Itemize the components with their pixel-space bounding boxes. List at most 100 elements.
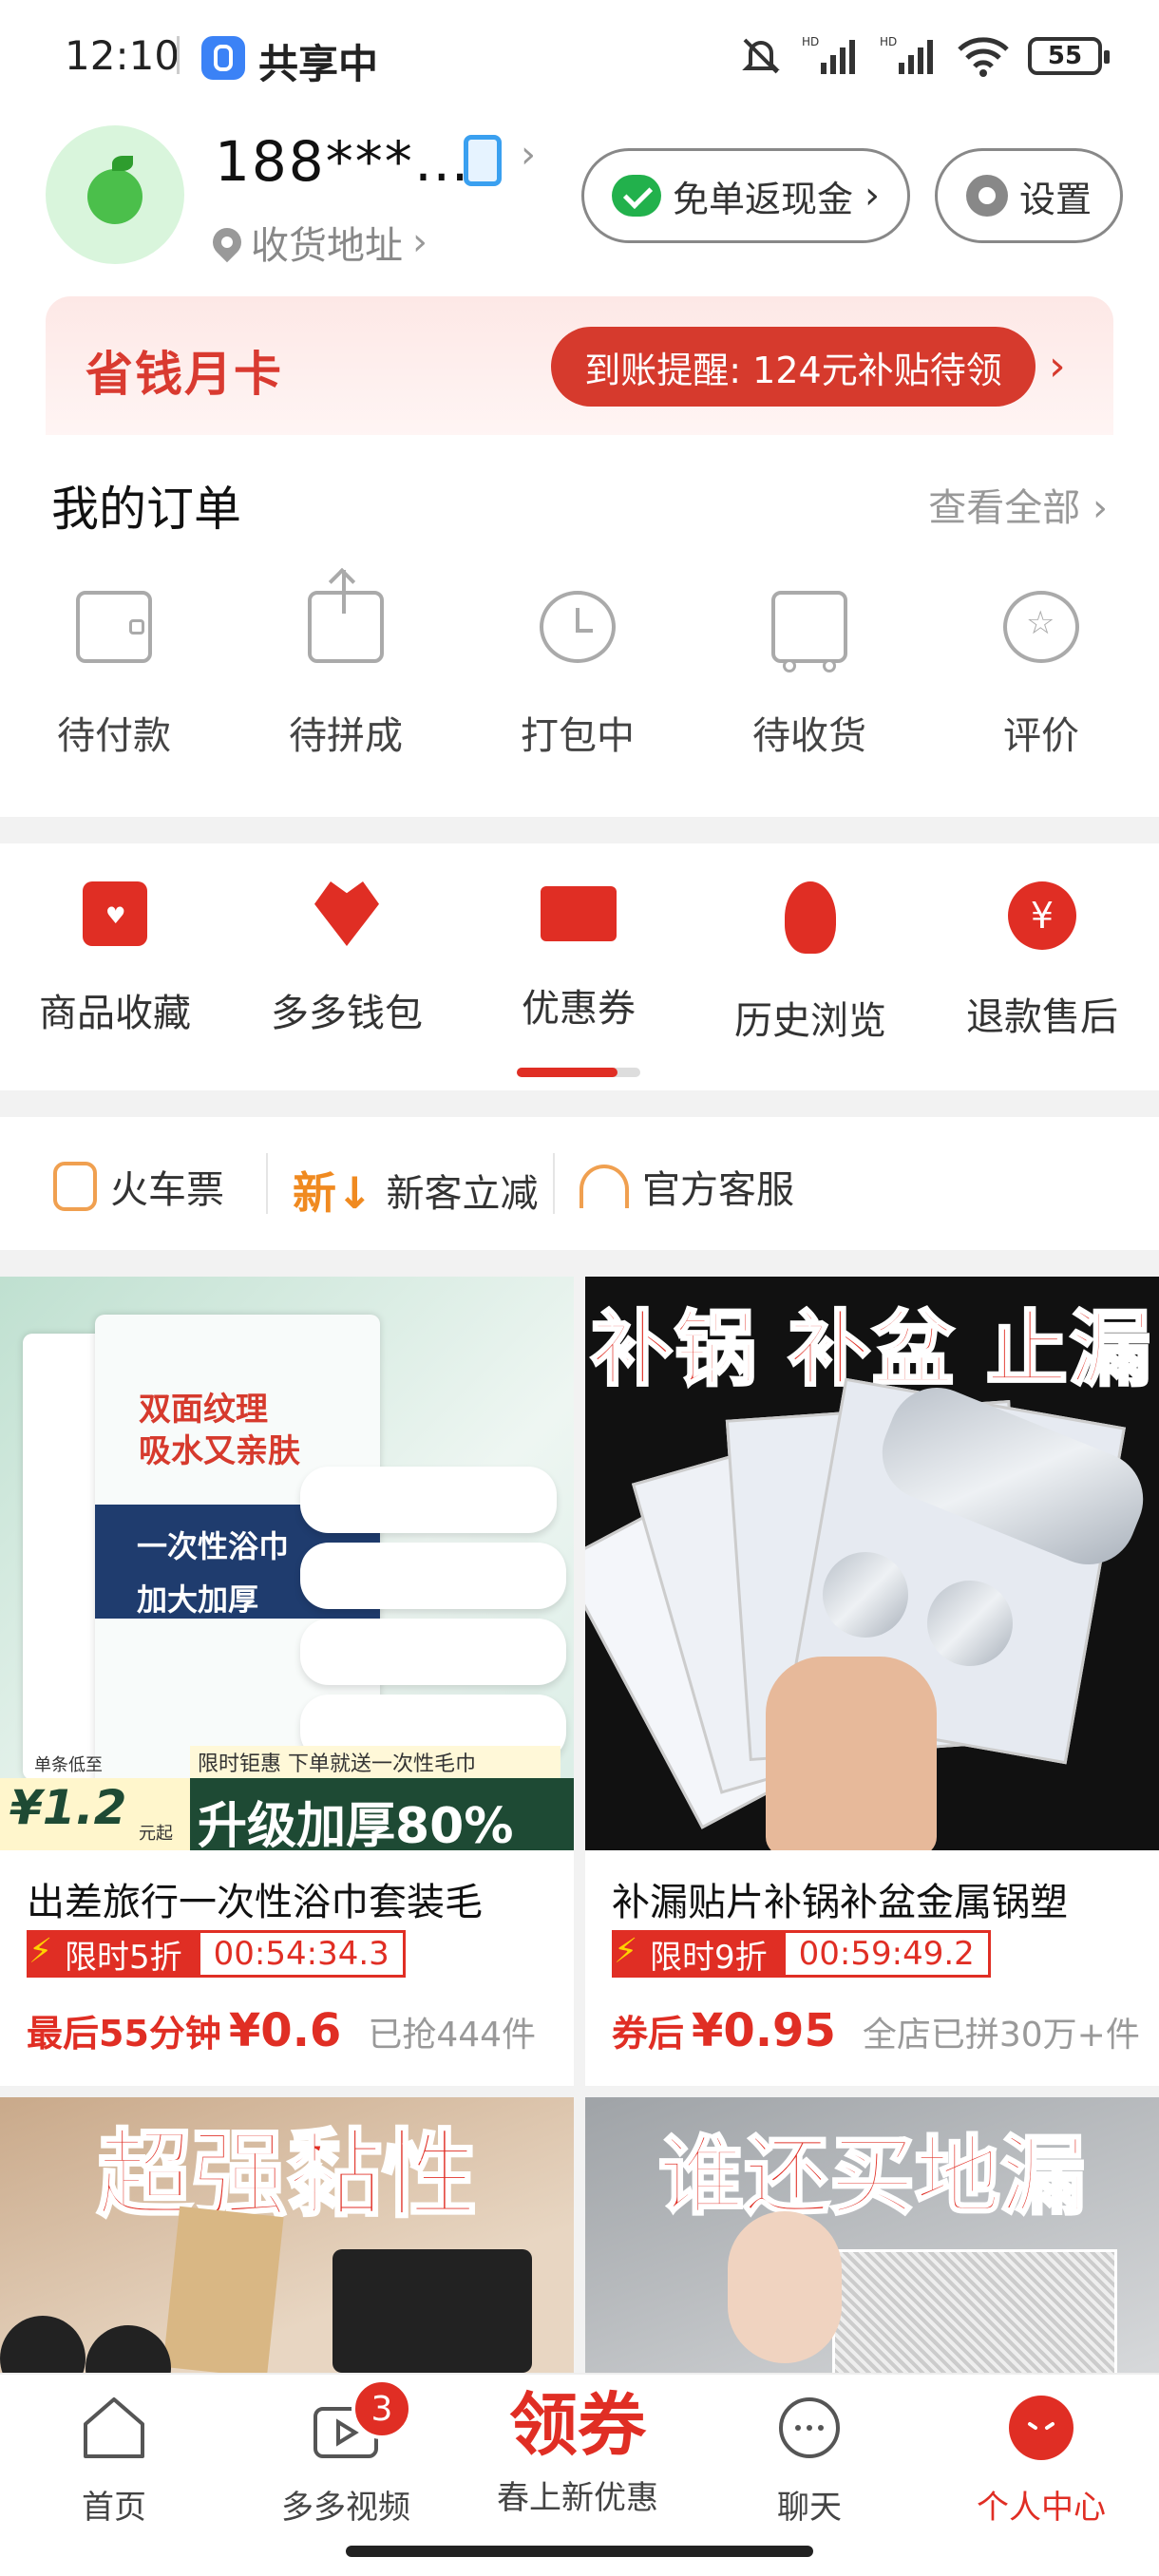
order-item-label: 打包中	[521, 714, 635, 758]
service-coupons[interactable]: 优惠券	[479, 881, 678, 1032]
quick-link-label: 火车票	[110, 1168, 224, 1212]
order-item-packing[interactable]: 打包中	[483, 591, 673, 760]
quick-link-label: 新客立减	[386, 1172, 539, 1216]
image-headline: 超强黏性	[96, 2118, 479, 2232]
price-label: 券后	[612, 2013, 685, 2055]
headset-icon	[580, 1165, 629, 1208]
share-status-label: 共享中	[258, 41, 379, 87]
order-item-review[interactable]: ☆ 评价	[946, 591, 1136, 760]
order-item-pending-payment[interactable]: 待付款	[19, 591, 209, 760]
flash-sale-tag: 限时5折	[27, 1930, 198, 1978]
device-icon	[464, 135, 502, 186]
settings-label: 设置	[1018, 178, 1092, 220]
order-item-label: 待付款	[57, 714, 171, 758]
view-all-orders-link[interactable]: 查看全部 ›	[928, 477, 1108, 532]
image-caption: 加大加厚	[137, 1582, 259, 1618]
video-notification-badge: 3	[352, 2378, 412, 2439]
train-icon	[53, 1162, 97, 1211]
truck-icon	[771, 591, 847, 672]
product-card[interactable]: 超强黏性	[0, 2097, 574, 2373]
flash-sale-tag: 限时9折	[612, 1930, 783, 1978]
price-row: 券后 ¥0.95 全店已拼30万+件	[612, 2004, 1140, 2057]
home-icon	[84, 2397, 144, 2458]
signal-icon-2: HD	[880, 35, 933, 74]
countdown-timer: 00:54:34.3	[197, 1930, 406, 1978]
settings-button[interactable]: 设置	[935, 148, 1123, 243]
image-headline: 谁还买地漏	[657, 2126, 1088, 2228]
signal-icon: HD	[802, 35, 855, 74]
tab-label: 多多视频	[281, 2489, 410, 2527]
product-card[interactable]: 补锅 补盆 止漏 补漏贴片补锅补盆金属锅塑 限时9折 00:59:49.2 券后…	[585, 1277, 1159, 2086]
mute-bell-icon	[742, 38, 780, 74]
quick-link-customer-service[interactable]: 官方客服	[580, 1159, 794, 1214]
tab-profile[interactable]: 个人中心	[946, 2392, 1136, 2528]
price-label: 最后55分钟	[27, 2013, 221, 2055]
refund-yen-icon: ¥	[1008, 881, 1076, 950]
home-indicator	[346, 2546, 813, 2557]
subsidy-reminder-button[interactable]: 到账提醒: 124元补贴待领	[551, 327, 1036, 407]
price: ¥0.95	[692, 2004, 836, 2057]
product-image: 补锅 补盆 止漏	[585, 1277, 1159, 1850]
product-card[interactable]: 双面纹理 吸水又亲肤 一次性浴巾 加大加厚 限时钜惠 下单就送一次性毛巾 单条低…	[0, 1277, 574, 2086]
price: ¥0.6	[228, 2004, 342, 2057]
cashback-button[interactable]: 免单返现金 ›	[581, 148, 910, 243]
tab-label: 聊天	[777, 2489, 842, 2527]
address-link[interactable]: 收货地址 ›	[206, 215, 428, 270]
status-divider	[177, 36, 180, 74]
image-headline: 升级加厚80%	[198, 1798, 514, 1850]
image-caption: 单条低至	[34, 1755, 103, 1775]
chevron-right-icon[interactable]: ›	[521, 133, 536, 177]
service-label: 优惠券	[522, 987, 636, 1031]
image-caption: 双面纹理	[139, 1391, 268, 1429]
avatar-leaf-icon	[112, 156, 133, 171]
view-all-label: 查看全部	[928, 486, 1081, 530]
tab-coupons[interactable]: 领券 春上新优惠	[483, 2382, 673, 2518]
chevron-right-icon: ›	[412, 220, 428, 264]
svg-text:HD: HD	[880, 35, 897, 48]
screen-share-icon	[201, 36, 245, 80]
coupon-icon	[541, 886, 617, 941]
tab-label: 首页	[82, 2489, 146, 2527]
svg-text:HD: HD	[802, 35, 819, 48]
service-label: 退款售后	[966, 995, 1118, 1039]
avatar-apple-icon	[87, 169, 142, 224]
sold-count: 全店已拼30万+件	[862, 2016, 1140, 2055]
flash-sale: 限时5折 00:54:34.3	[27, 1930, 406, 1978]
service-label: 历史浏览	[734, 999, 886, 1043]
service-label: 商品收藏	[39, 992, 191, 1035]
share-box-icon	[308, 567, 384, 663]
chevron-right-icon[interactable]: ›	[1049, 342, 1066, 390]
star-bubble-icon: ☆	[1003, 591, 1079, 663]
countdown-timer: 00:59:49.2	[782, 1930, 991, 1978]
order-item-label: 待收货	[752, 714, 866, 758]
service-favorites[interactable]: ♥ 商品收藏	[15, 881, 215, 1037]
sold-count: 已抢444件	[368, 2016, 537, 2055]
price-row: 最后55分钟 ¥0.6 已抢444件	[27, 2004, 536, 2057]
chevron-right-icon: ›	[1092, 486, 1108, 530]
product-image: 双面纹理 吸水又亲肤 一次性浴巾 加大加厚 限时钜惠 下单就送一次性毛巾 单条低…	[0, 1277, 574, 1850]
service-wallet[interactable]: 多多钱包	[247, 881, 446, 1037]
orders-title: 我的订单	[51, 482, 241, 537]
image-promo: 限时钜惠 下单就送一次性毛巾	[190, 1746, 560, 1778]
tab-home[interactable]: 首页	[19, 2392, 209, 2528]
tab-video[interactable]: 多多视频	[251, 2392, 441, 2528]
service-history[interactable]: 历史浏览	[711, 881, 910, 1045]
wechat-icon	[611, 175, 661, 217]
chat-bubble-icon	[779, 2397, 840, 2458]
tab-chat[interactable]: 聊天	[714, 2392, 904, 2528]
monthly-card-title: 省钱月卡	[86, 347, 283, 402]
tab-label: 春上新优惠	[497, 2479, 658, 2517]
wallet-icon	[76, 591, 152, 663]
order-item-label: 评价	[1003, 714, 1079, 758]
service-refund[interactable]: ¥ 退款售后	[942, 881, 1142, 1041]
username[interactable]: 188***…	[215, 129, 471, 194]
product-card[interactable]: 谁还买地漏	[585, 2097, 1159, 2373]
quick-link-train[interactable]: 火车票	[53, 1159, 224, 1214]
location-pin-icon	[206, 221, 248, 263]
divider	[266, 1153, 268, 1214]
product-name: 出差旅行一次性浴巾套装毛	[27, 1881, 483, 1924]
order-item-pending-receipt[interactable]: 待收货	[714, 591, 904, 760]
flash-sale: 限时9折 00:59:49.2	[612, 1930, 991, 1978]
quick-link-new-customer[interactable]: 新↓ 新客立减	[293, 1159, 539, 1222]
order-item-pending-group[interactable]: 待拼成	[251, 567, 441, 760]
